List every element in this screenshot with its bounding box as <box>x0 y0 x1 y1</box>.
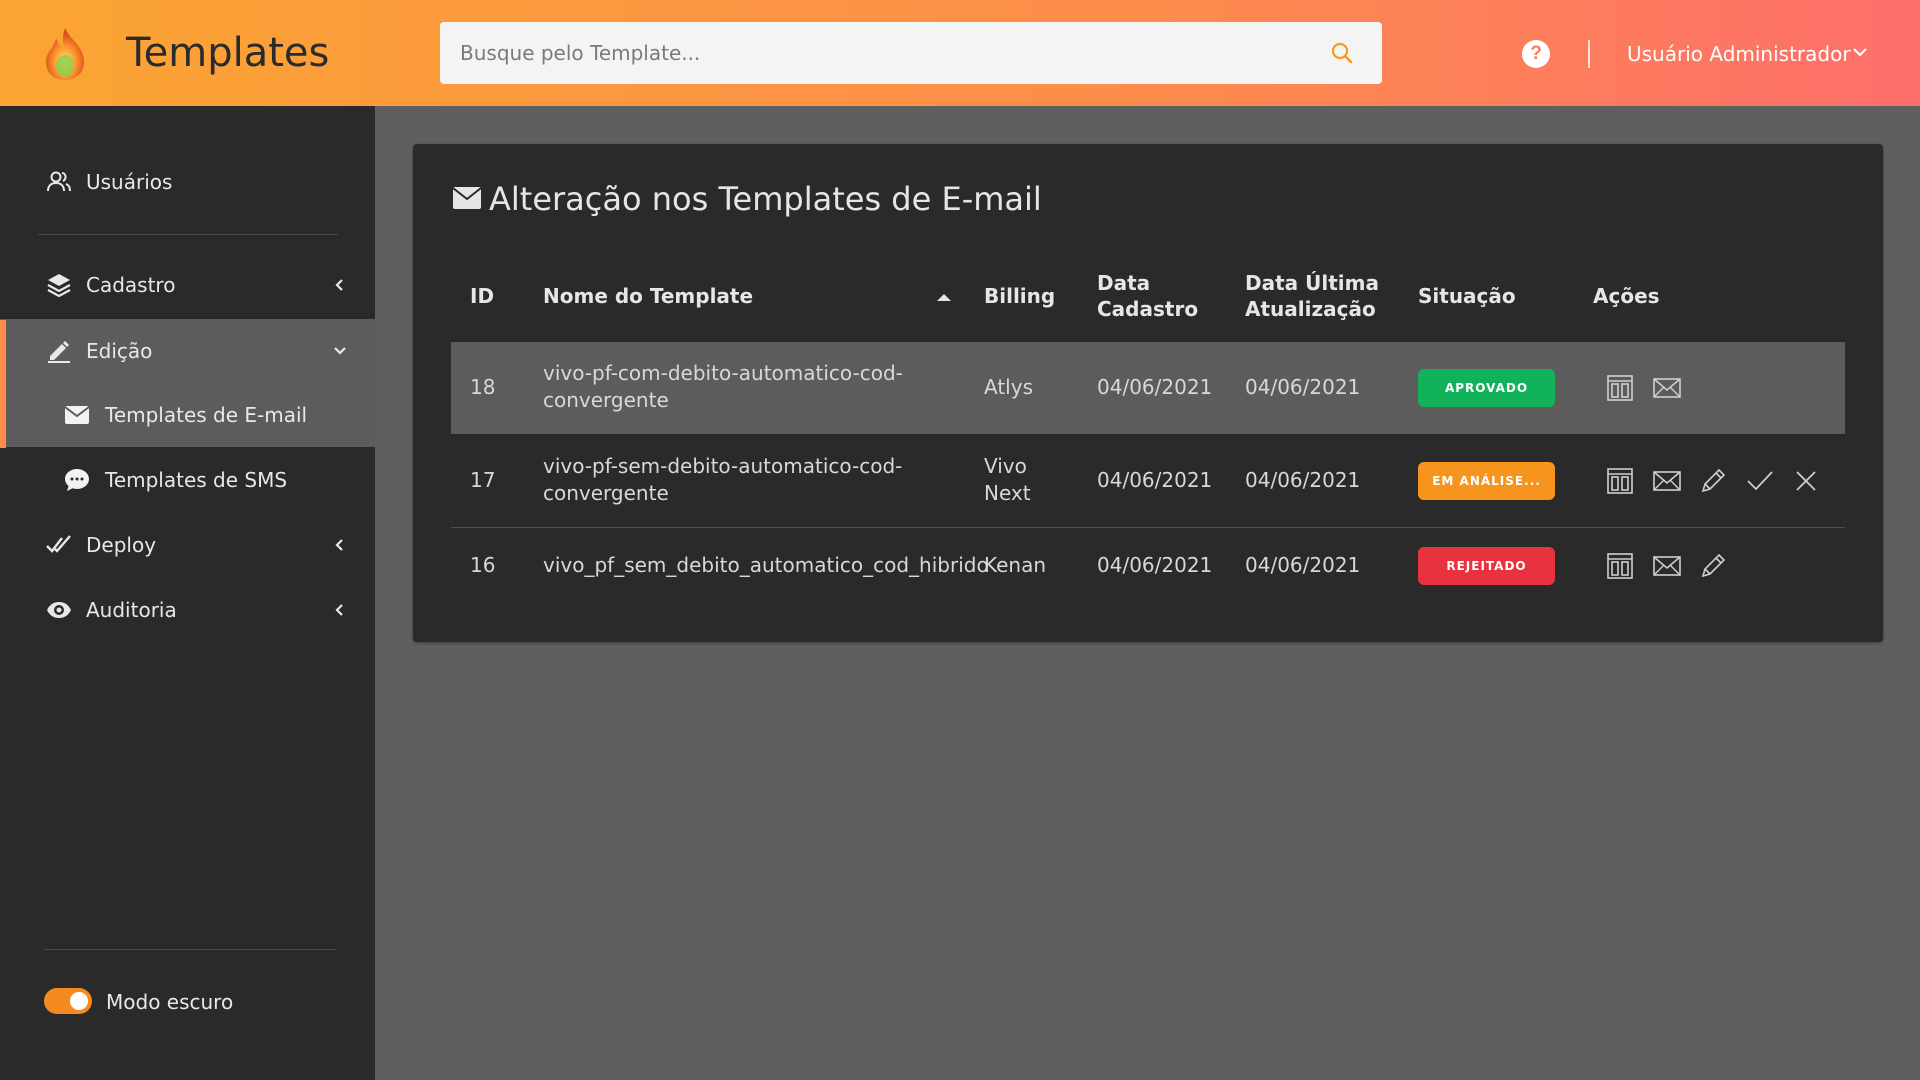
cell-line: convergente <box>543 388 669 412</box>
sidebar-item-label: Templates de SMS <box>105 468 288 492</box>
sidebar-item-deploy[interactable]: Deploy <box>0 513 375 577</box>
card-title: Alteração nos Templates de E-mail <box>489 180 1042 218</box>
send-email-icon[interactable] <box>1652 373 1682 403</box>
column-header-actions: Ações <box>1593 284 1660 308</box>
edit-icon <box>48 341 70 363</box>
toggle-knob <box>70 992 88 1010</box>
cell-billing: Atlys <box>984 375 1033 399</box>
cell-line: Vivo <box>984 454 1027 478</box>
eye-icon <box>47 602 71 618</box>
envelope-icon <box>64 406 90 424</box>
search-bar <box>440 22 1382 84</box>
cell-name: vivo-pf-sem-debito-automatico-cod- conve… <box>543 453 902 507</box>
header-line: Data <box>1097 271 1151 295</box>
cell-updated: 04/06/2021 <box>1245 375 1361 399</box>
reject-close-icon[interactable] <box>1791 466 1821 496</box>
sidebar: Usuários Cadastro Edição Templates de E-… <box>0 106 375 1080</box>
cell-name: vivo-pf-com-debito-automatico-cod- conve… <box>543 360 903 414</box>
chevron-left-icon <box>335 604 343 616</box>
cell-line: vivo-pf-sem-debito-automatico-cod- <box>543 454 903 478</box>
cell-name: vivo_pf_sem_debito_automatico_cod_hibrid… <box>543 553 989 577</box>
sidebar-item-templates-email[interactable]: Templates de E-mail <box>0 383 375 447</box>
sidebar-item-label: Cadastro <box>86 273 176 297</box>
header-line: Atualização <box>1245 297 1376 321</box>
double-check-icon <box>46 535 71 553</box>
app-logo-icon[interactable] <box>40 26 90 82</box>
cell-created: 04/06/2021 <box>1097 375 1213 399</box>
cell-id: 16 <box>470 553 496 577</box>
cell-id: 17 <box>470 468 496 492</box>
status-badge: APROVADO <box>1418 369 1555 407</box>
dark-mode-label: Modo escuro <box>106 990 234 1014</box>
preview-layout-icon[interactable] <box>1605 373 1635 403</box>
sidebar-item-label: Templates de E-mail <box>105 403 308 427</box>
sidebar-item-auditoria[interactable]: Auditoria <box>0 578 375 642</box>
sidebar-item-cadastro[interactable]: Cadastro <box>0 253 375 317</box>
cell-updated: 04/06/2021 <box>1245 553 1361 577</box>
dark-mode-toggle[interactable] <box>44 988 92 1014</box>
cell-id: 18 <box>470 375 496 399</box>
cell-line: convergente <box>543 481 669 505</box>
cell-billing: Kenan <box>984 553 1047 577</box>
column-header-created[interactable]: Data Cadastro <box>1097 270 1198 322</box>
approve-check-icon[interactable] <box>1745 466 1775 496</box>
column-header-updated[interactable]: Data Última Atualização <box>1245 270 1379 322</box>
sidebar-item-label: Auditoria <box>86 598 177 622</box>
pencil-icon[interactable] <box>1698 551 1728 581</box>
app-title: Templates <box>126 30 330 76</box>
active-indicator <box>0 320 6 448</box>
preview-layout-icon[interactable] <box>1605 551 1635 581</box>
chat-icon <box>65 469 89 491</box>
header-line: Cadastro <box>1097 297 1199 321</box>
header-line: Data Última <box>1245 271 1379 295</box>
column-header-billing[interactable]: Billing <box>984 283 1055 309</box>
search-input[interactable] <box>440 41 1300 65</box>
cell-line: Next <box>984 481 1031 505</box>
sidebar-divider <box>44 949 336 950</box>
send-email-icon[interactable] <box>1652 551 1682 581</box>
chevron-down-icon <box>334 347 346 355</box>
sidebar-divider <box>38 234 338 235</box>
column-header-id[interactable]: ID <box>470 283 494 309</box>
cell-created: 04/06/2021 <box>1097 468 1213 492</box>
column-header-name[interactable]: Nome do Template <box>543 283 753 309</box>
sidebar-item-label: Usuários <box>86 170 173 194</box>
status-badge: REJEITADO <box>1418 547 1555 585</box>
top-header: Templates ? Usuário Administrador <box>0 0 1920 106</box>
sidebar-item-edicao[interactable]: Edição <box>0 319 375 383</box>
sidebar-item-templates-sms[interactable]: Templates de SMS <box>0 448 375 512</box>
users-icon <box>47 171 71 192</box>
cell-updated: 04/06/2021 <box>1245 468 1361 492</box>
templates-card: Alteração nos Templates de E-mail ID Nom… <box>413 144 1883 642</box>
pencil-icon[interactable] <box>1698 466 1728 496</box>
user-menu[interactable]: Usuário Administrador <box>1627 42 1851 66</box>
send-email-icon[interactable] <box>1652 466 1682 496</box>
chevron-left-icon <box>335 279 343 291</box>
column-header-status[interactable]: Situação <box>1418 283 1516 309</box>
sidebar-item-usuarios[interactable]: Usuários <box>0 150 375 214</box>
sidebar-item-label: Edição <box>86 339 153 363</box>
cell-billing: Vivo Next <box>984 453 1031 507</box>
cell-created: 04/06/2021 <box>1097 553 1213 577</box>
search-icon[interactable] <box>1330 41 1354 65</box>
chevron-left-icon <box>335 539 343 551</box>
preview-layout-icon[interactable] <box>1605 466 1635 496</box>
chevron-down-icon[interactable] <box>1852 44 1868 60</box>
sort-ascending-icon[interactable] <box>936 292 952 302</box>
help-icon[interactable]: ? <box>1522 40 1550 68</box>
cell-line: vivo-pf-com-debito-automatico-cod- <box>543 361 903 385</box>
header-divider <box>1588 40 1590 68</box>
envelope-icon <box>453 187 481 209</box>
layers-icon <box>47 274 71 298</box>
status-badge: EM ANÁLISE... <box>1418 462 1555 500</box>
sidebar-item-label: Deploy <box>86 533 157 557</box>
